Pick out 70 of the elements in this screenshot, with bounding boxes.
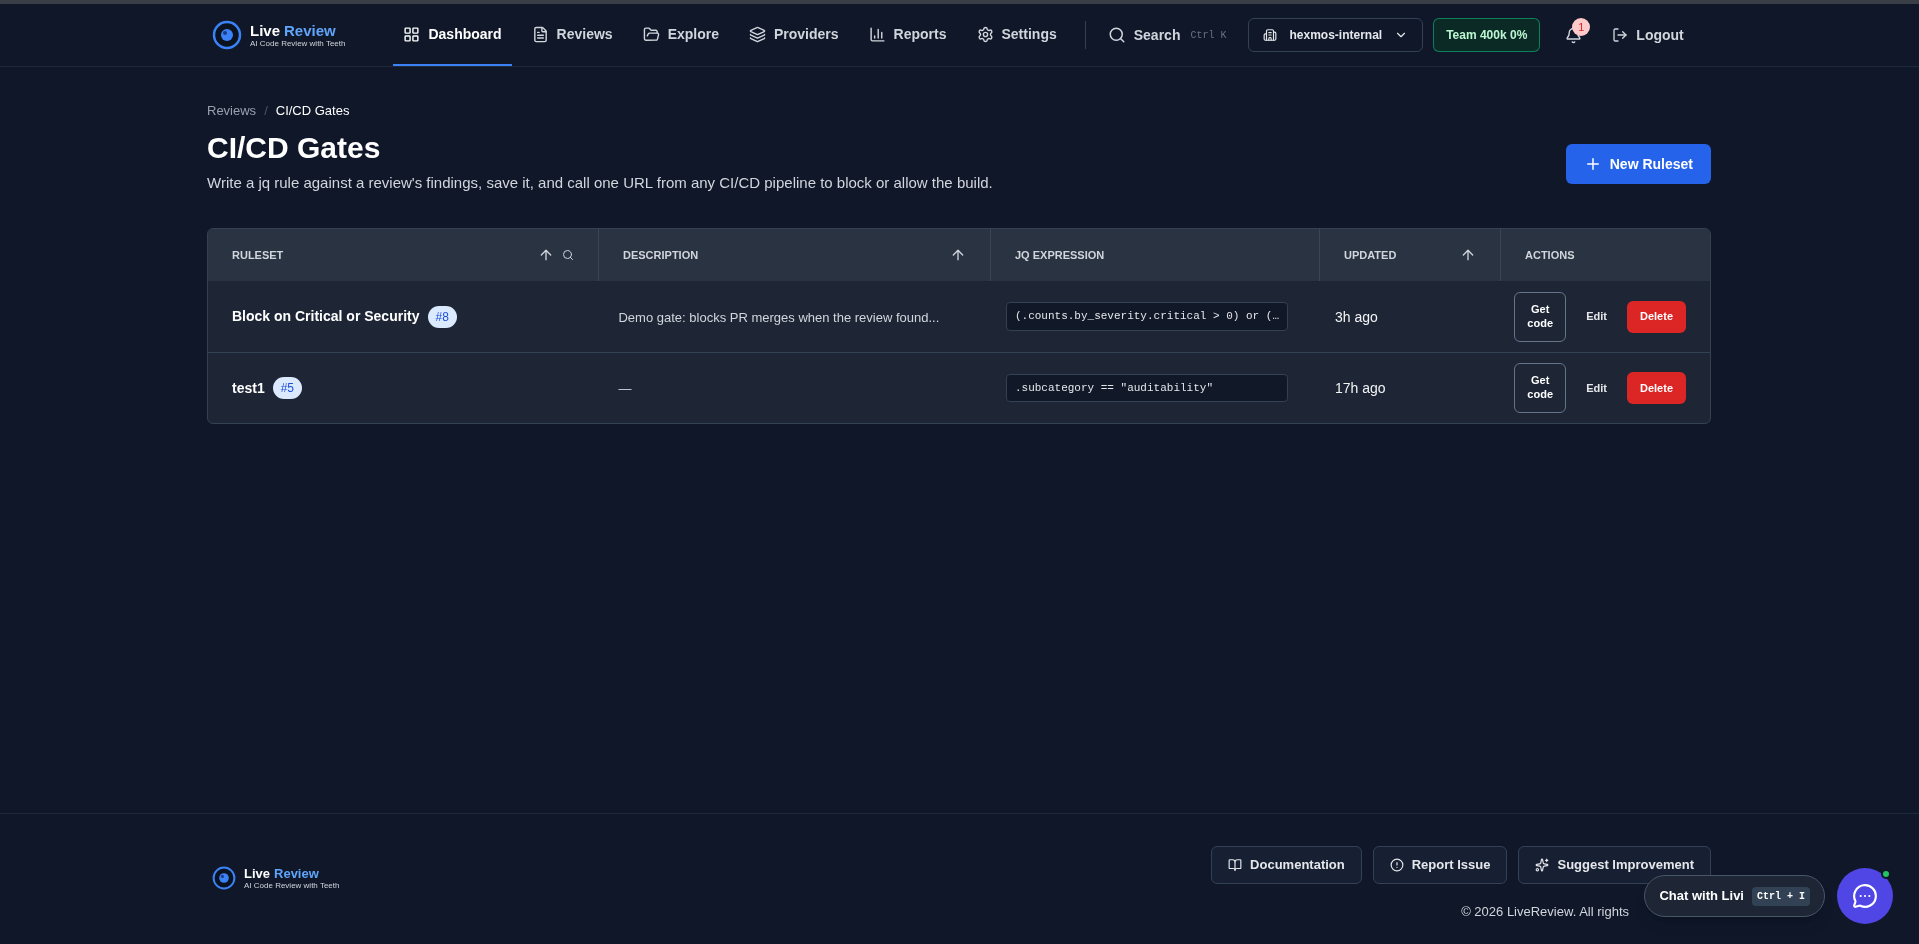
search-icon[interactable] (562, 249, 574, 261)
column-label: RULESET (232, 247, 285, 263)
search-button[interactable]: Search Ctrl K (1093, 24, 1241, 46)
breadcrumb-link[interactable]: Reviews (207, 101, 257, 121)
column-label: DESCRIPTION (623, 247, 700, 263)
building-icon (1263, 28, 1278, 42)
notification-count: 1 (1572, 18, 1591, 36)
nav-tab[interactable]: Providers (739, 4, 849, 66)
folder-icon (642, 25, 660, 43)
get-code-button[interactable]: Get code (1514, 363, 1567, 413)
search-icon (1107, 26, 1126, 44)
document-icon (531, 25, 549, 43)
settings-icon (976, 25, 994, 43)
logo-tagline: AI Code Review with Teeth (244, 881, 340, 890)
footer-link-button[interactable]: Report Issue (1372, 846, 1508, 884)
plan-badge: Team 400k 0% (1433, 18, 1541, 52)
new-ruleset-button[interactable]: New Ruleset (1565, 144, 1711, 184)
get-code-button[interactable]: Get code (1514, 291, 1567, 342)
chat-launcher-button[interactable] (1837, 868, 1893, 924)
edit-button[interactable]: Edit (1576, 300, 1617, 333)
page-subtitle: Write a jq rule against a review's findings, save it, and call one URL from any CI/CD pipeline to block or allow the build. (207, 172, 993, 193)
chat-pill-button[interactable]: Chat with Livi Ctrl + I (1644, 875, 1825, 917)
logo-icon (212, 866, 236, 890)
copyright-text: © 2026 LiveReview. All rights (1461, 903, 1629, 921)
nav-tab[interactable]: Reviews (521, 4, 623, 66)
logo-tagline: AI Code Review with Teeth (250, 39, 346, 48)
logo-wordmark: Review (284, 22, 336, 38)
nav-tab[interactable]: Explore (632, 4, 729, 66)
ruleset-name: test1 (232, 378, 265, 398)
sparkles-icon (1535, 858, 1550, 872)
table-cell: Demo gate: blocks PR merges when the review found... (618, 309, 940, 325)
bar-chart-icon (868, 25, 886, 43)
ruleset-id-badge: #5 (272, 377, 303, 399)
delete-button[interactable]: Delete (1627, 372, 1686, 404)
table-cell: — (618, 381, 632, 396)
layers-icon (749, 25, 766, 43)
breadcrumb-link[interactable]: CI/CD Gates (275, 101, 350, 121)
nav-tab[interactable]: Dashboard (393, 4, 512, 66)
page-title: CI/CD Gates (207, 129, 382, 166)
column-label: UPDATED (1344, 247, 1398, 263)
logout-button[interactable]: Logout (1612, 24, 1684, 46)
logo-wordmark: Live (250, 22, 280, 38)
ruleset-name: Block on Critical or Security (232, 307, 420, 326)
alert-circle-icon (1389, 858, 1404, 872)
column-label: JQ EXPRESSION (1015, 247, 1106, 263)
table-cell: 3h ago (1334, 308, 1378, 325)
shortcut-hint: Ctrl K (1190, 28, 1227, 43)
nav-tab[interactable]: Reports (858, 4, 957, 66)
logo-icon (212, 20, 242, 50)
organization-dropdown[interactable]: hexmos-internal (1248, 18, 1424, 52)
logo-wordmark: Live (244, 866, 270, 880)
footer-link-button[interactable]: Documentation (1211, 846, 1362, 884)
nav-tab[interactable]: Settings (966, 4, 1067, 66)
jq-expression: (.counts.by_severity.critical > 0) or (… (1005, 302, 1288, 331)
logout-icon (1612, 27, 1629, 43)
edit-button[interactable]: Edit (1576, 372, 1617, 404)
logo-wordmark: Review (274, 866, 319, 880)
delete-button[interactable]: Delete (1627, 300, 1686, 333)
sort-arrow-icon[interactable] (538, 247, 554, 263)
grid-icon (403, 25, 421, 43)
table-cell: 17h ago (1334, 380, 1386, 396)
column-label: ACTIONS (1525, 247, 1576, 263)
footer-link-button[interactable]: Suggest Improvement (1518, 846, 1711, 884)
book-icon (1228, 858, 1243, 872)
ruleset-id-badge: #8 (427, 305, 457, 328)
sort-arrow-icon[interactable] (950, 247, 966, 263)
shortcut-hint: Ctrl + I (1752, 886, 1810, 906)
jq-expression: .subcategory == "auditability" (1005, 373, 1288, 403)
chat-bubble-icon (1852, 883, 1878, 909)
breadcrumb-separator: / (264, 102, 268, 120)
